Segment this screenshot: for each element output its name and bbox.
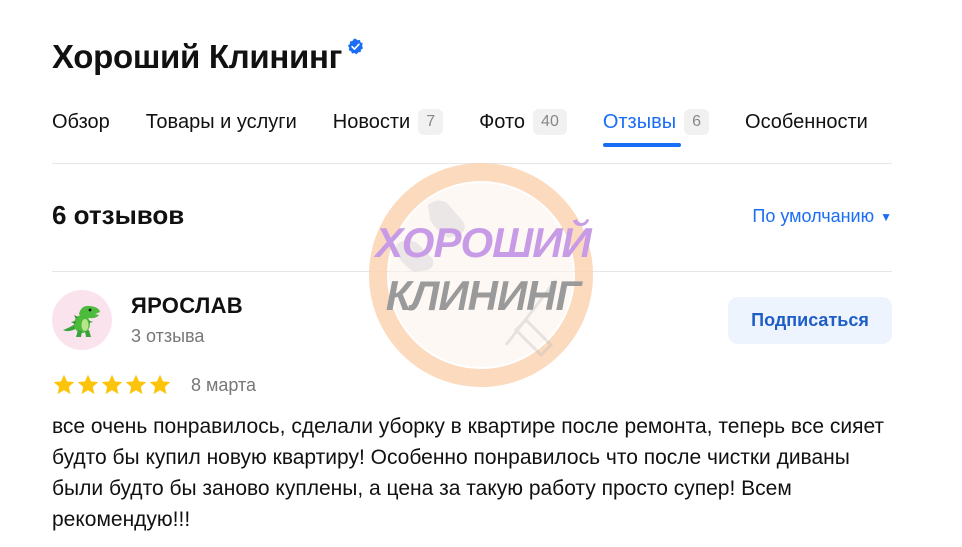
tab-label: Фото	[479, 110, 526, 133]
tab-features[interactable]: Особенности	[745, 106, 868, 138]
subscribe-button[interactable]: Подписаться	[728, 297, 892, 344]
verified-badge-icon	[348, 38, 364, 55]
company-logo-watermark: ХОРОШИЙ КЛИНИНГ	[369, 163, 593, 387]
tab-label: Обзор	[52, 110, 110, 133]
sort-label: По умолчанию	[752, 206, 875, 226]
tab-count-badge: 6	[684, 109, 710, 135]
reviews-divider	[52, 271, 892, 272]
star-icon	[77, 374, 99, 394]
tab-label: Особенности	[745, 110, 868, 133]
sort-dropdown[interactable]: По умолчанию ▼	[752, 206, 892, 227]
star-icon	[53, 374, 75, 394]
caret-down-icon: ▼	[880, 209, 892, 224]
tab-bar: Обзор Товары и услуги Новости 7 Фото 40 …	[52, 106, 868, 147]
star-icon	[149, 374, 171, 394]
tab-label: Новости	[332, 110, 411, 133]
reviews-count-heading: 6 отзывов	[52, 200, 185, 230]
tab-count-badge: 7	[418, 109, 444, 135]
dinosaur-icon	[63, 305, 100, 337]
tab-news[interactable]: Новости 7	[332, 106, 444, 138]
tab-overview[interactable]: Обзор	[52, 106, 110, 138]
tab-photos[interactable]: Фото 40	[479, 106, 567, 138]
review-date: 8 марта	[191, 375, 257, 395]
tab-reviews[interactable]: Отзывы 6	[602, 106, 710, 147]
review-author-reviews-count: 3 отзыва	[131, 326, 205, 346]
tab-count-badge: 40	[533, 109, 567, 135]
rating-stars	[52, 373, 172, 397]
business-title: Хороший Клининг	[52, 38, 343, 75]
star-icon	[101, 374, 123, 394]
business-reviews-page: Хороший Клининг Обзор Товары и услуги Но…	[0, 0, 962, 547]
watermark-line2: КЛИНИНГ	[386, 272, 584, 319]
star-icon	[125, 374, 147, 394]
active-tab-indicator	[602, 143, 681, 147]
tab-label: Отзывы	[602, 110, 677, 133]
tabs-divider	[52, 163, 892, 164]
review-text: все очень понравилось, сделали уборку в …	[52, 415, 885, 531]
tab-label: Товары и услуги	[145, 110, 297, 133]
tab-goods-services[interactable]: Товары и услуги	[146, 106, 297, 138]
review-author-name[interactable]: ЯРОСЛАВ	[131, 293, 243, 319]
avatar[interactable]	[52, 290, 112, 350]
watermark-line1: ХОРОШИЙ	[373, 217, 592, 266]
title-row: Хороший Клининг	[52, 36, 364, 78]
